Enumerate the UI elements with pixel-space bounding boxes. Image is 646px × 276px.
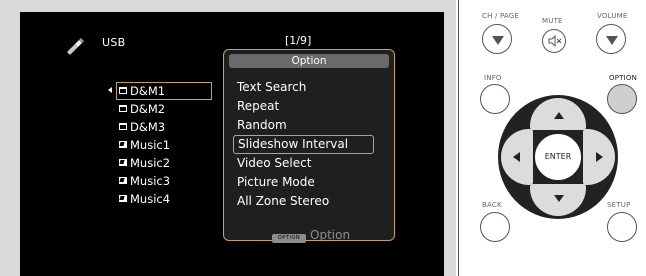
- file-name: Music1: [130, 138, 171, 152]
- arrow-left-icon: [513, 152, 520, 162]
- page-indicator: [1/9]: [285, 34, 312, 47]
- mute-icon: [548, 34, 562, 48]
- file-item[interactable]: D&M2: [116, 100, 212, 118]
- option-label: OPTION: [609, 74, 638, 82]
- option-item-picture-mode[interactable]: Picture Mode: [233, 173, 374, 192]
- music-file-icon: [119, 141, 127, 148]
- file-name: D&M2: [130, 102, 166, 116]
- directional-pad: ENTER: [498, 95, 618, 219]
- file-item[interactable]: D&M3: [116, 118, 212, 136]
- file-item[interactable]: Music2: [116, 154, 212, 172]
- file-item[interactable]: D&M1: [116, 82, 212, 100]
- file-list: D&M1 D&M2 D&M3 Music1 Music2 Music3 Musi…: [116, 82, 212, 208]
- mute-label: MUTE: [542, 17, 563, 25]
- enter-button[interactable]: ENTER: [534, 133, 582, 181]
- folder-icon: [119, 87, 127, 94]
- volume-label: VOLUME: [597, 12, 628, 20]
- usb-icon: [67, 38, 84, 55]
- info-label: INFO: [484, 74, 502, 82]
- file-item[interactable]: Music4: [116, 190, 212, 208]
- ch-page-down-button[interactable]: [482, 24, 512, 54]
- osd-screen: USB [1/9] D&M1 D&M2 D&M3 Music1 Music2 M…: [20, 12, 444, 276]
- music-file-icon: [119, 177, 127, 184]
- file-name: D&M1: [130, 84, 166, 98]
- option-key-badge: OPTION: [272, 234, 306, 243]
- arrow-up-icon: [554, 112, 564, 119]
- screen-frame: USB [1/9] D&M1 D&M2 D&M3 Music1 Music2 M…: [0, 0, 456, 276]
- left-arrow-icon: [108, 87, 112, 93]
- music-file-icon: [119, 195, 127, 202]
- file-name: Music2: [130, 156, 171, 170]
- option-menu-list: Text Search Repeat Random Slideshow Inte…: [233, 78, 374, 211]
- file-item[interactable]: Music3: [116, 172, 212, 190]
- file-name: Music3: [130, 174, 171, 188]
- option-menu-popup: Option Text Search Repeat Random Slidesh…: [223, 49, 395, 241]
- option-key-label: Option: [310, 228, 351, 242]
- option-item-slideshow-interval[interactable]: Slideshow Interval: [233, 135, 374, 154]
- setup-label: SETUP: [607, 201, 631, 209]
- source-label: USB: [102, 36, 126, 49]
- mute-button[interactable]: [542, 29, 566, 53]
- arrow-right-icon: [596, 152, 603, 162]
- file-name: Music4: [130, 192, 171, 206]
- back-button[interactable]: [480, 212, 510, 242]
- music-file-icon: [119, 159, 127, 166]
- option-item-text-search[interactable]: Text Search: [233, 78, 374, 97]
- back-label: BACK: [482, 201, 502, 209]
- option-item-repeat[interactable]: Repeat: [233, 97, 374, 116]
- arrow-down-icon: [554, 195, 564, 202]
- folder-icon: [119, 123, 127, 130]
- folder-icon: [119, 105, 127, 112]
- setup-button[interactable]: [607, 212, 637, 242]
- volume-down-button[interactable]: [596, 24, 626, 54]
- file-name: D&M3: [130, 120, 166, 134]
- ch-page-label: CH / PAGE: [482, 12, 520, 20]
- divider: [458, 0, 459, 276]
- file-item[interactable]: Music1: [116, 136, 212, 154]
- option-item-video-select[interactable]: Video Select: [233, 154, 374, 173]
- remote-control: CH / PAGE MUTE VOLUME INFO OPTION ENTER …: [462, 0, 646, 276]
- option-menu-title: Option: [229, 54, 389, 68]
- option-item-all-zone-stereo[interactable]: All Zone Stereo: [233, 192, 374, 211]
- option-item-random[interactable]: Random: [233, 116, 374, 135]
